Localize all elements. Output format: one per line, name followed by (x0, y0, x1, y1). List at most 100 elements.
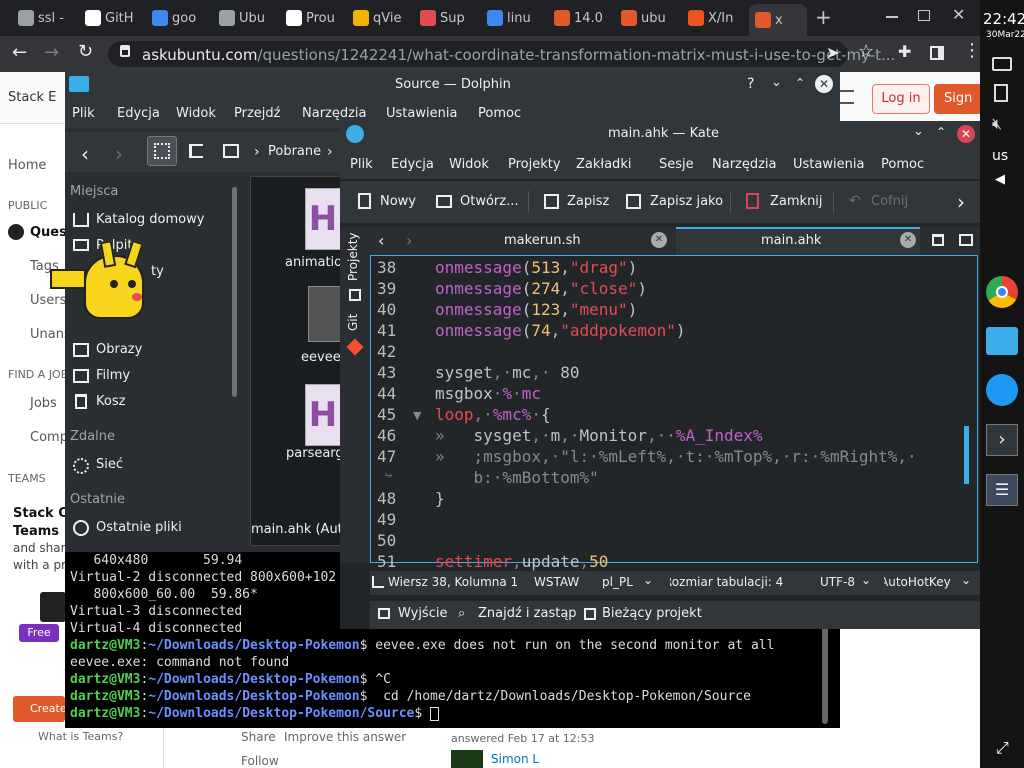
file-eevee[interactable]: eevee. (301, 350, 345, 365)
browser-tab[interactable]: Prou (280, 4, 342, 32)
bookmark-star-icon[interactable]: ☆ (858, 41, 874, 62)
cursor-position[interactable]: Wiersz 38, Kolumna 1 (388, 575, 518, 589)
tabs-left-icon[interactable]: ‹ (378, 231, 384, 250)
dolphin-menu-item[interactable]: Widok (176, 106, 216, 121)
reload-icon[interactable]: ↻ (78, 41, 93, 62)
kate-menu-item[interactable]: Plik (350, 157, 373, 172)
follow-link[interactable]: Follow (241, 754, 279, 768)
browser-tab[interactable]: linu (481, 4, 543, 32)
open-button[interactable]: Otwórz... (460, 194, 518, 209)
dolphin-menu-item[interactable]: Ustawienia (386, 106, 457, 121)
undo-button[interactable]: Cofnij (871, 194, 908, 209)
dolphin-menu-item[interactable]: Plik (72, 106, 95, 121)
dolphin-taskbar-icon[interactable] (986, 327, 1018, 355)
split-view-icon[interactable] (223, 144, 239, 158)
place-home[interactable]: Katalog domowy (96, 212, 204, 227)
keyboard-icon[interactable] (992, 57, 1012, 71)
browser-tab[interactable]: Sup (414, 4, 476, 32)
hamburger-icon[interactable] (838, 90, 854, 104)
sidebar-jobs[interactable]: Jobs (30, 396, 57, 411)
tab-makerun[interactable]: makerun.sh (504, 233, 581, 248)
lock-icon[interactable] (120, 45, 130, 57)
code-editor[interactable]: 38 onmessage(513,"drag") 39 onmessage(274,"… (370, 255, 978, 571)
dolphin-menu-item[interactable]: Narzędzia (302, 106, 367, 121)
browser-tab[interactable]: 14.0 (548, 4, 610, 32)
save-as-button[interactable]: Zapisz jako (650, 194, 723, 209)
save-button[interactable]: Zapisz (567, 194, 609, 209)
tab-main-close-icon[interactable]: ✕ (900, 232, 916, 248)
details-view-icon[interactable] (189, 144, 203, 158)
new-button[interactable]: Nowy (380, 194, 416, 209)
file-icon-parsearg[interactable]: H (305, 384, 341, 446)
file-icon-animatio[interactable]: H (305, 188, 341, 250)
kate-menu-item[interactable]: Projekty (508, 157, 561, 172)
send-icon[interactable]: ➤ (826, 43, 839, 62)
browser-tab[interactable]: goo (146, 4, 208, 32)
place-trash[interactable]: Kosz (96, 394, 125, 409)
file-parsearg[interactable]: parsearg (286, 446, 344, 461)
current-project-tab[interactable]: Bieżący projekt (602, 606, 702, 621)
sidepanel-icon[interactable] (930, 46, 944, 60)
tab-makerun-close-icon[interactable]: ✕ (651, 232, 667, 248)
kate-menu-item[interactable]: Zakładki (576, 157, 631, 172)
fold-marker-icon[interactable]: ▼ (413, 409, 421, 422)
back-icon[interactable]: ← (12, 42, 27, 63)
tab-size[interactable]: Rozmiar tabulacji: 4 (670, 575, 783, 589)
restore-icon[interactable] (918, 10, 930, 21)
browser-tab[interactable]: ssl - (12, 4, 74, 32)
toolbar-more-icon[interactable]: › (957, 190, 965, 214)
browser-tab[interactable]: X/In (682, 4, 744, 32)
insert-mode[interactable]: WSTAW (534, 575, 579, 589)
breadcrumb-pobrane[interactable]: Pobrane (268, 144, 321, 159)
dolphin-maximize-icon[interactable]: ⌃ (795, 76, 805, 90)
tab-main[interactable]: main.ahk (761, 233, 821, 248)
place-recent-files[interactable]: Ostatnie pliki (96, 520, 182, 535)
menu-dots-icon[interactable]: ⋮ (963, 40, 981, 61)
output-tab[interactable]: Wyjście (398, 606, 447, 621)
clipboard-icon[interactable] (994, 84, 1008, 102)
file-animatio[interactable]: animatio (285, 255, 342, 270)
sidebar-home[interactable]: Home (8, 158, 46, 173)
close-doc-button[interactable]: Zamknij (770, 194, 823, 209)
dolphin-back-icon[interactable]: ‹ (81, 142, 89, 166)
places-scrollbar[interactable] (232, 187, 237, 397)
create-team-button[interactable]: Create (13, 696, 67, 722)
git-side-tab[interactable]: Git (346, 314, 360, 331)
kate-menu-item[interactable]: Edycja (391, 157, 434, 172)
konsole-taskbar-icon[interactable]: › (986, 424, 1018, 456)
sidebar-companies[interactable]: Comp (30, 430, 68, 445)
extensions-icon[interactable]: ✚ (898, 42, 911, 61)
improve-link[interactable]: Improve this answer (284, 730, 406, 744)
site-logo[interactable]: Stack E (8, 90, 56, 105)
expand-icon[interactable]: ⤢ (996, 738, 1009, 758)
dolphin-close-icon[interactable]: ✕ (815, 75, 833, 93)
encoding[interactable]: UTF-8 (820, 575, 855, 589)
login-button[interactable]: Log in (872, 84, 930, 114)
pikachu-sprite[interactable] (50, 235, 160, 345)
panel-collapse-icon[interactable]: ◀ (995, 172, 1005, 187)
dolphin-minimize-icon[interactable]: ⌄ (771, 75, 782, 90)
keyboard-layout[interactable]: us (992, 148, 1008, 164)
new-tab-button[interactable]: + (815, 6, 835, 28)
file-main-ahk[interactable]: main.ahk (Auto (251, 522, 351, 537)
kate-close-icon[interactable]: ✕ (957, 125, 975, 143)
minimize-icon[interactable] (886, 16, 898, 18)
search-replace-tab[interactable]: Znajdź i zastąp (478, 606, 577, 621)
browser-tab[interactable]: ubu (615, 4, 677, 32)
editor-scrollbar[interactable] (964, 426, 969, 484)
browser-tab[interactable]: Ubu (213, 4, 275, 32)
kate-menu-item[interactable]: Sesje (659, 157, 694, 172)
kate-menu-item[interactable]: Narzędzia (712, 157, 777, 172)
lang-dropdown-icon[interactable]: ⌄ (643, 573, 653, 587)
browser-tab[interactable]: GitH (79, 4, 141, 32)
forward-icon[interactable]: → (44, 42, 59, 63)
encoding-dropdown-icon[interactable]: ⌄ (861, 573, 871, 587)
help-icon[interactable]: ? (747, 76, 754, 92)
kate-minimize-icon[interactable]: ⌄ (913, 124, 924, 139)
signup-button[interactable]: Sign u (934, 84, 984, 136)
kate-taskbar-icon[interactable] (986, 374, 1018, 406)
kate-menu-item[interactable]: Ustawienia (793, 157, 864, 172)
browser-tab[interactable]: x (749, 4, 807, 36)
kate-menu-item[interactable]: Pomoc (881, 157, 924, 172)
new-tab-doc-icon[interactable] (932, 234, 944, 246)
